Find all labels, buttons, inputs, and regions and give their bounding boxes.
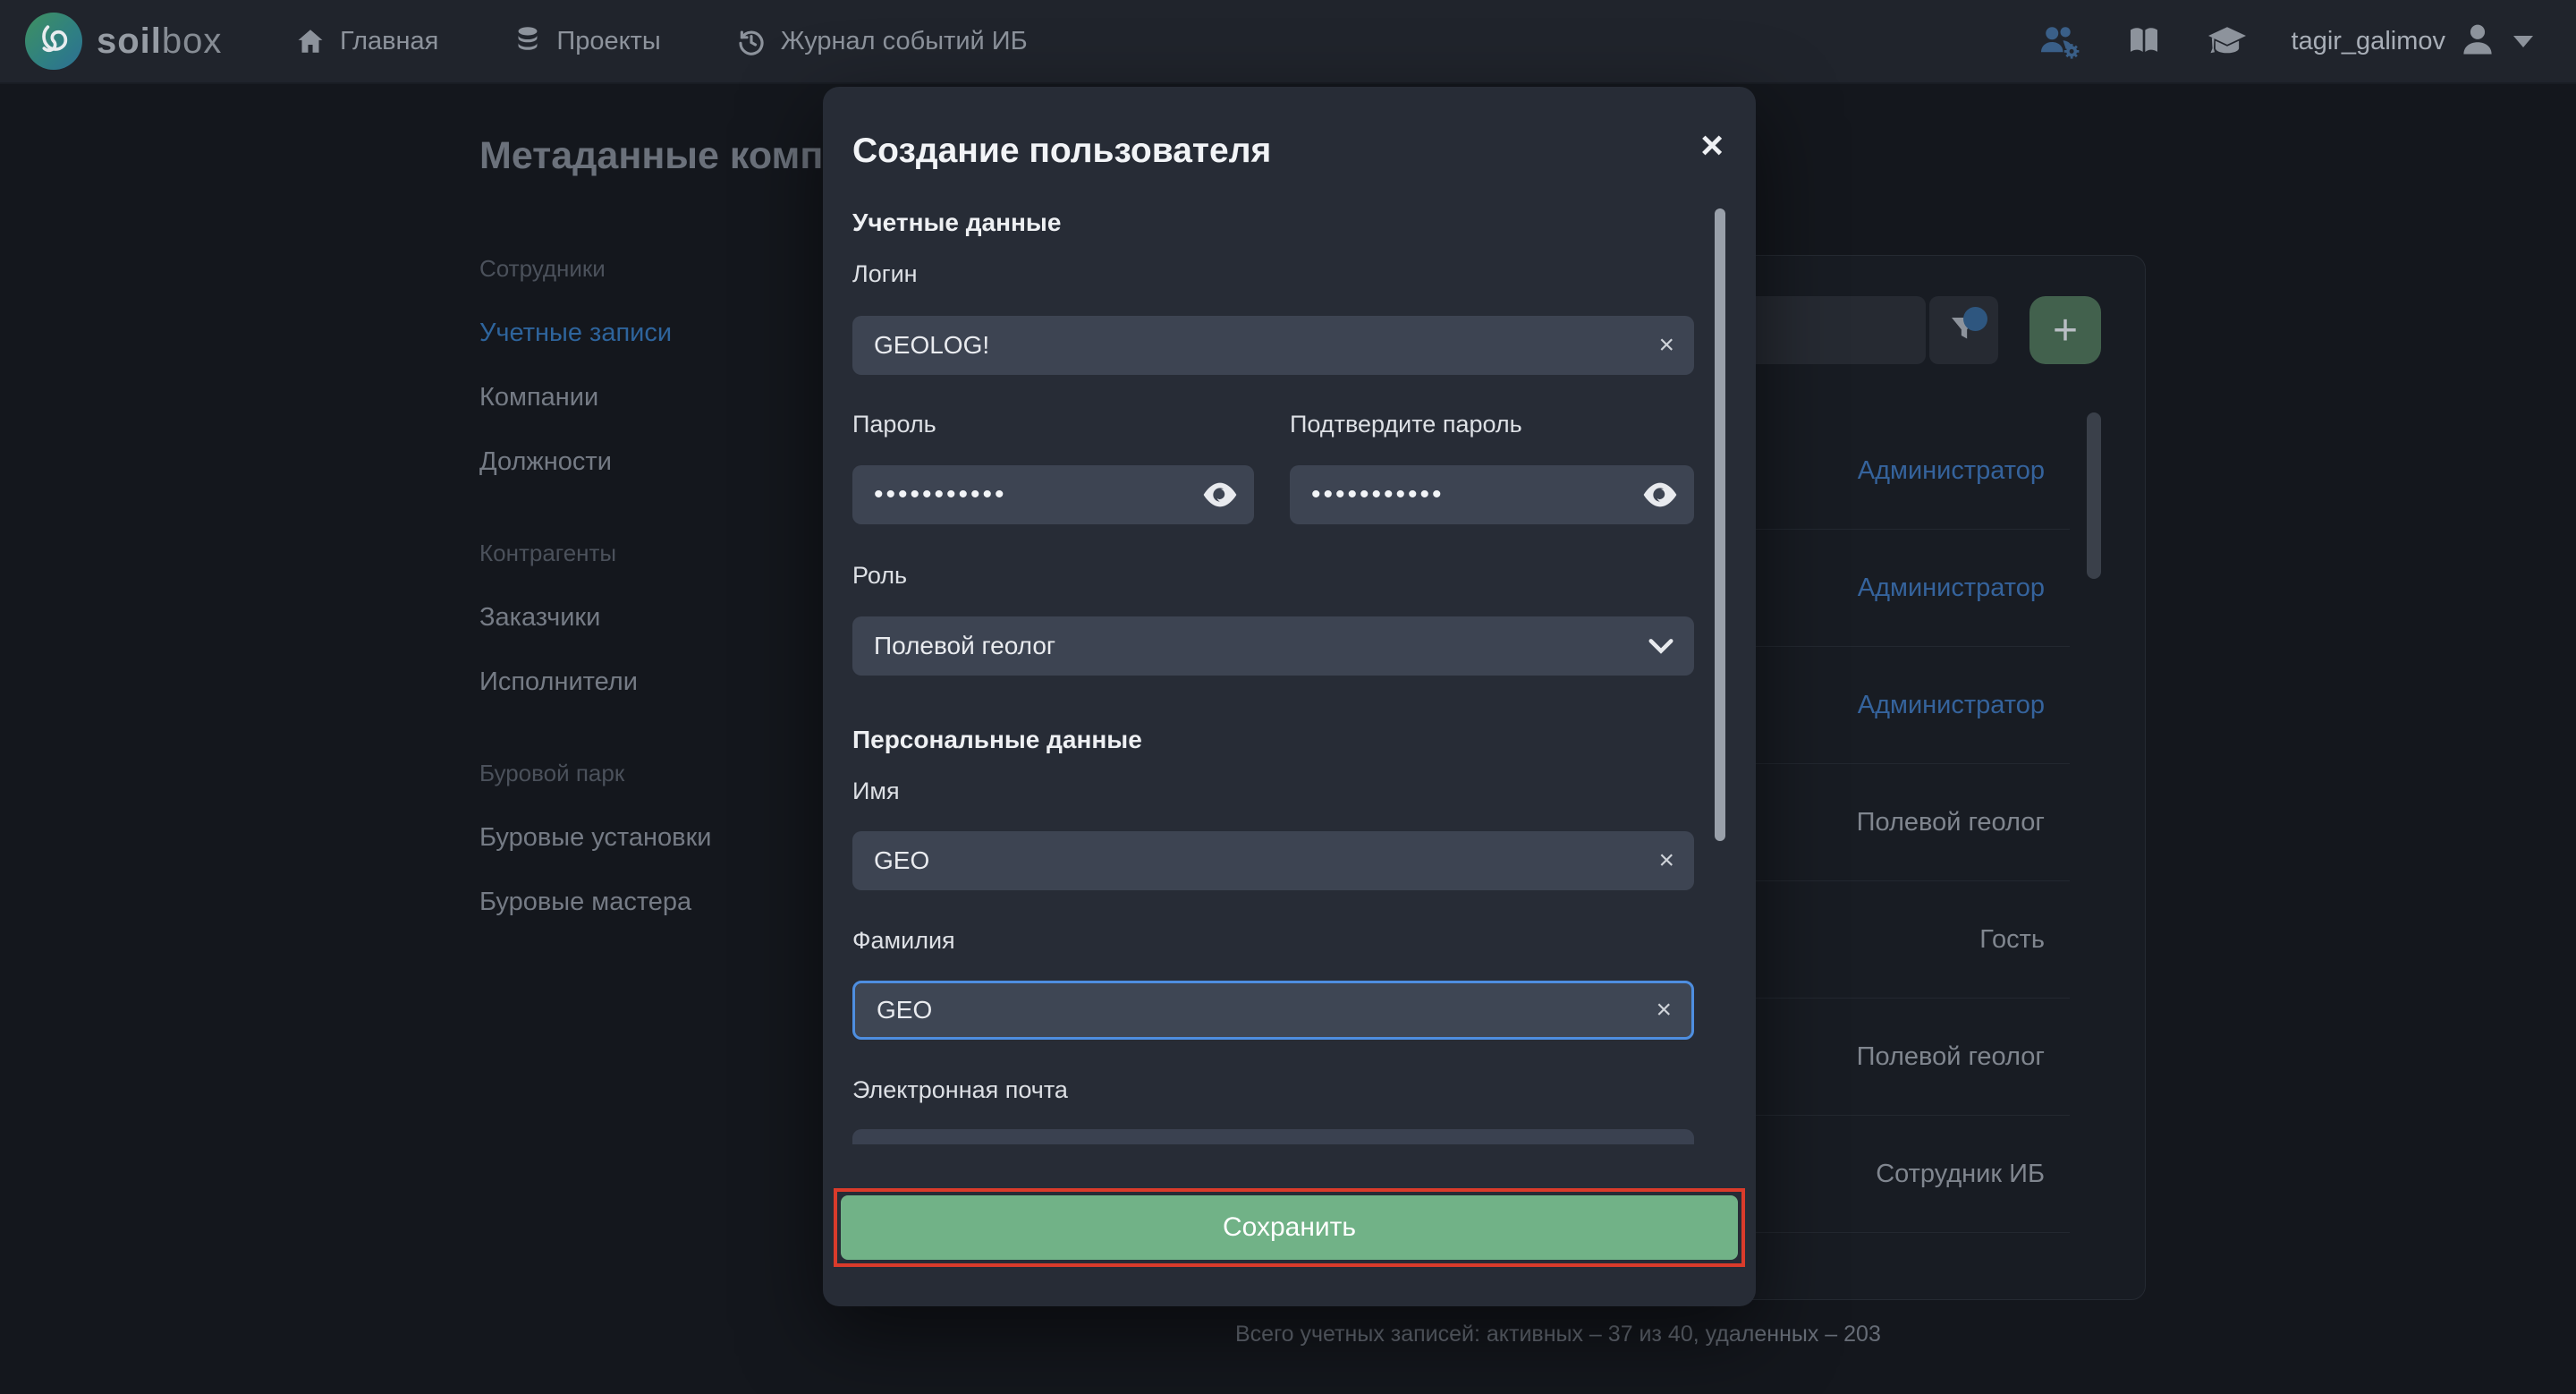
show-confirm-password-icon[interactable] bbox=[1626, 480, 1694, 509]
last-name-input[interactable] bbox=[855, 996, 1636, 1024]
filter-active-badge bbox=[1963, 307, 1987, 331]
sidebar-item-positions[interactable]: Должности bbox=[479, 429, 801, 494]
password-field bbox=[852, 465, 1254, 524]
user-management-icon[interactable] bbox=[2038, 22, 2082, 60]
email-field-clipped[interactable] bbox=[852, 1129, 1694, 1144]
first-name-input[interactable] bbox=[852, 846, 1639, 875]
avatar-icon bbox=[2458, 20, 2497, 64]
nav-event-log[interactable]: Журнал событий ИБ bbox=[736, 26, 1028, 56]
password-label: Пароль bbox=[852, 411, 936, 438]
education-cap-icon[interactable] bbox=[2206, 22, 2249, 60]
app-screen: soilbox Главная Проекты bbox=[0, 0, 2576, 1394]
first-name-field: × bbox=[852, 831, 1694, 890]
sidebar-group-drilling-park: Буровой парк bbox=[479, 741, 801, 805]
topbar-right: tagir_galimov bbox=[2038, 0, 2533, 82]
sidebar-group-employees: Сотрудники bbox=[479, 236, 801, 301]
confirm-password-label: Подтвердите пароль bbox=[1290, 411, 1522, 438]
history-icon bbox=[736, 26, 767, 56]
login-input[interactable] bbox=[852, 331, 1639, 360]
username: tagir_galimov bbox=[2292, 27, 2445, 56]
role-cell: Полевой геолог bbox=[1857, 1042, 2045, 1071]
role-cell: Гость bbox=[1979, 925, 2045, 954]
section-credentials: Учетные данные bbox=[852, 208, 1061, 237]
role-select[interactable]: Полевой геолог bbox=[852, 616, 1694, 676]
close-icon[interactable]: × bbox=[1700, 126, 1724, 166]
nav-home-label: Главная bbox=[340, 27, 438, 56]
last-name-field-focused: × bbox=[852, 981, 1694, 1040]
chevron-down-icon bbox=[1628, 637, 1694, 655]
login-label: Логин bbox=[852, 260, 918, 288]
first-name-label: Имя bbox=[852, 778, 900, 805]
login-field: × bbox=[852, 316, 1694, 375]
role-cell: Администратор bbox=[1858, 691, 2045, 719]
chevron-down-icon bbox=[2513, 36, 2533, 47]
sidebar-group-counterparties: Контрагенты bbox=[479, 521, 801, 585]
main-nav: Главная Проекты bbox=[295, 0, 1028, 82]
sidebar-item-drilling-masters[interactable]: Буровые мастера bbox=[479, 870, 801, 934]
role-selected-value: Полевой геолог bbox=[852, 632, 1628, 660]
role-cell: Сотрудник ИБ bbox=[1876, 1160, 2045, 1188]
logo[interactable]: soilbox bbox=[25, 0, 222, 82]
nav-event-log-label: Журнал событий ИБ bbox=[781, 27, 1028, 56]
clear-first-name-icon[interactable]: × bbox=[1639, 846, 1694, 876]
sidebar-item-contractors[interactable]: Исполнители bbox=[479, 650, 801, 714]
topbar: soilbox Главная Проекты bbox=[0, 0, 2576, 84]
sidebar-item-drilling-rigs[interactable]: Буровые установки bbox=[479, 805, 801, 870]
documentation-book-icon[interactable] bbox=[2125, 23, 2163, 59]
show-password-icon[interactable] bbox=[1186, 480, 1254, 509]
clear-last-name-icon[interactable]: × bbox=[1636, 995, 1691, 1025]
nav-home[interactable]: Главная bbox=[295, 26, 438, 56]
clear-login-icon[interactable]: × bbox=[1639, 330, 1694, 361]
modal-scrollbar[interactable] bbox=[1715, 208, 1725, 841]
role-label: Роль bbox=[852, 562, 907, 590]
sidebar: Сотрудники Учетные записи Компании Должн… bbox=[479, 236, 801, 934]
brand-box: box bbox=[162, 21, 223, 61]
last-name-label: Фамилия bbox=[852, 927, 955, 955]
password-input[interactable] bbox=[852, 480, 1186, 510]
filter-button[interactable] bbox=[1929, 296, 1998, 364]
role-cell: Администратор bbox=[1858, 456, 2045, 485]
brand-text: soilbox bbox=[97, 21, 222, 62]
user-menu[interactable]: tagir_galimov bbox=[2292, 20, 2533, 64]
plus-icon: + bbox=[2053, 306, 2078, 355]
sidebar-item-accounts[interactable]: Учетные записи bbox=[479, 301, 801, 365]
confirm-password-input[interactable] bbox=[1290, 480, 1626, 510]
table-scrollbar[interactable] bbox=[2087, 412, 2101, 579]
save-annotation-outline: Сохранить bbox=[834, 1188, 1745, 1267]
add-user-button[interactable]: + bbox=[2029, 296, 2101, 364]
create-user-modal: Создание пользователя × Учетные данные Л… bbox=[823, 87, 1756, 1306]
save-button[interactable]: Сохранить bbox=[841, 1195, 1738, 1260]
sidebar-item-customers[interactable]: Заказчики bbox=[479, 585, 801, 650]
soilbox-spiral-icon bbox=[25, 13, 82, 70]
section-personal: Персональные данные bbox=[852, 726, 1142, 754]
email-label: Электронная почта bbox=[852, 1076, 1068, 1104]
confirm-password-field bbox=[1290, 465, 1694, 524]
accounts-summary: Всего учетных записей: активных – 37 из … bbox=[1235, 1322, 1881, 1347]
home-icon bbox=[295, 26, 326, 56]
modal-title: Создание пользователя bbox=[852, 132, 1271, 171]
role-cell: Полевой геолог bbox=[1857, 808, 2045, 837]
brand-soil: soil bbox=[97, 21, 162, 61]
role-cell: Администратор bbox=[1858, 574, 2045, 602]
nav-projects-label: Проекты bbox=[556, 27, 660, 56]
database-icon bbox=[513, 26, 542, 56]
nav-projects[interactable]: Проекты bbox=[513, 26, 660, 56]
sidebar-item-companies[interactable]: Компании bbox=[479, 365, 801, 429]
